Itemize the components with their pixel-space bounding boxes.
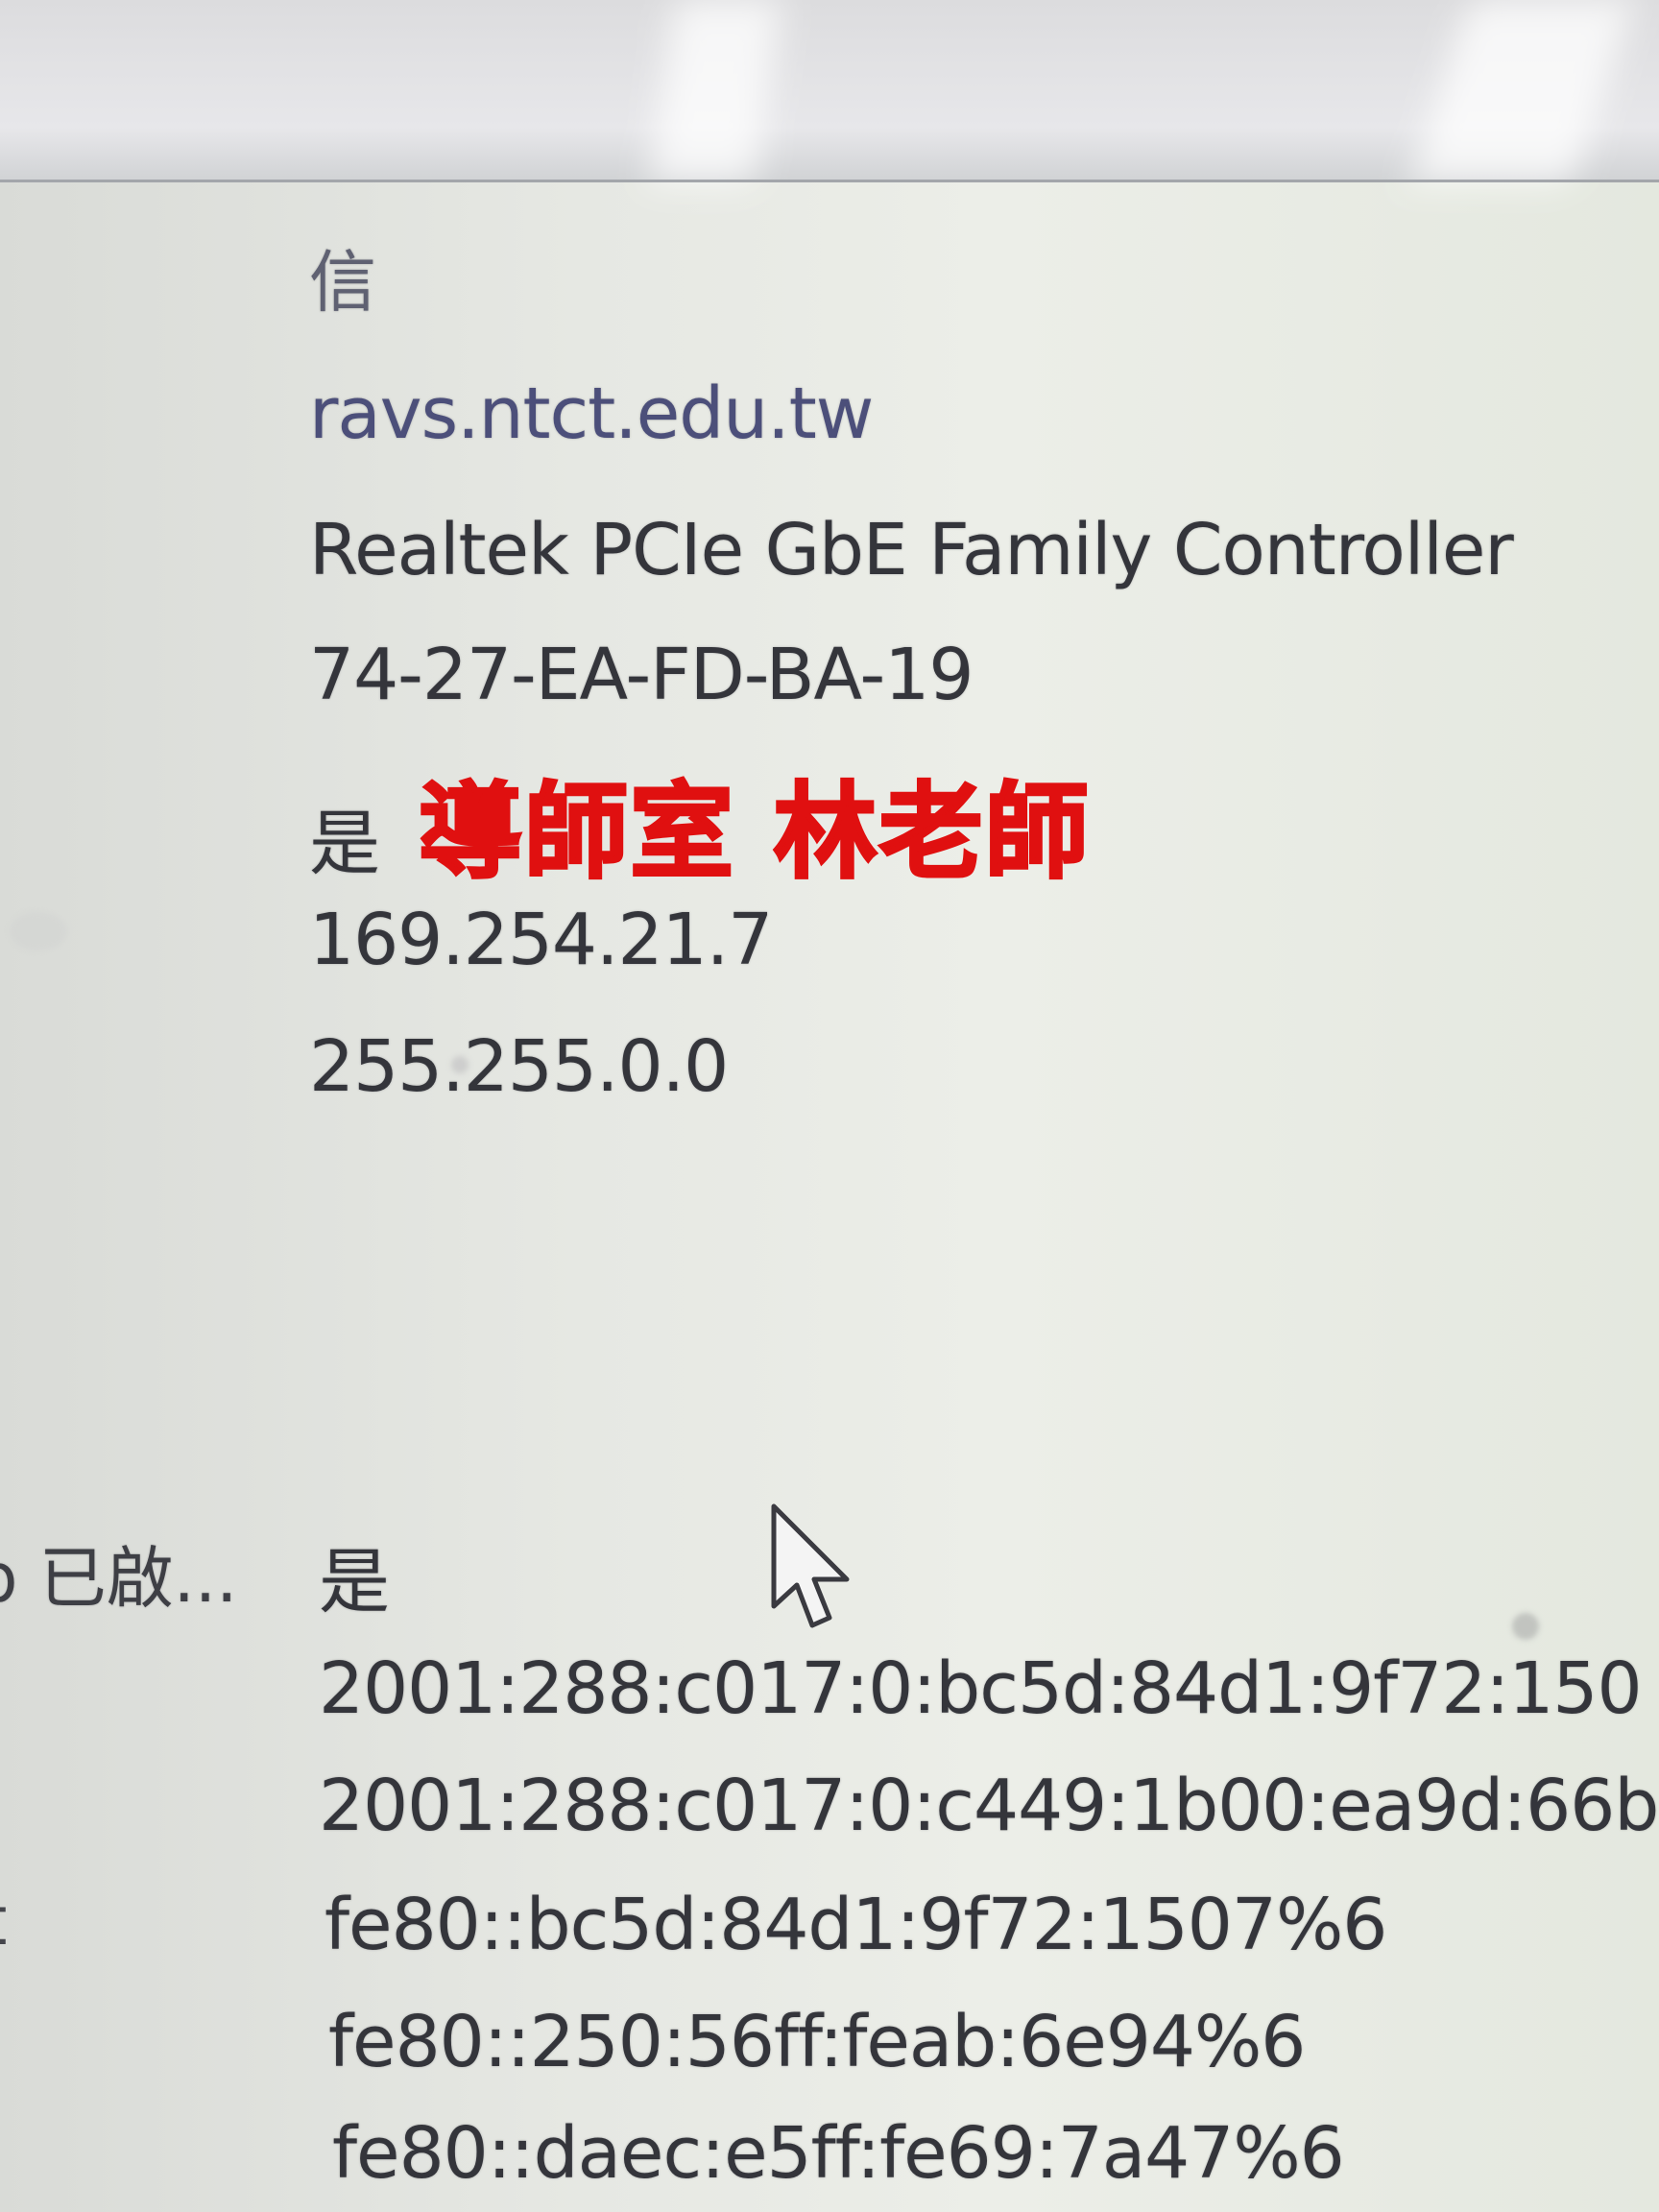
- value-ipv6-address-2: 2001:288:c017:0:c449:1b00:ea9d:66b: [319, 1765, 1659, 1847]
- mouse-pointer-arrow-icon: [771, 1503, 850, 1628]
- screen-glare: [1410, 0, 1633, 182]
- value-link-local-3: fe80::daec:e5ff:fe69:7a47%6: [332, 2112, 1345, 2195]
- screen-glare: [649, 0, 781, 182]
- label-partial-cut-off-2: t: [0, 1882, 7, 1960]
- value-ipv6-autoconfig: 是: [319, 1541, 390, 1623]
- value-ipv4-address: 169.254.21.7: [309, 899, 773, 981]
- value-ipv6-address-1: 2001:288:c017:0:bc5d:84d1:9f72:150: [319, 1647, 1643, 1730]
- value-ipv4-subnet-mask: 255.255.0.0: [309, 1025, 729, 1108]
- dialog-header-strip: [0, 0, 1659, 182]
- value-cut-off: 信: [309, 243, 376, 322]
- screen-smudge: [1512, 1613, 1539, 1640]
- screen-smudge: [451, 1056, 469, 1073]
- label-partial-cut-off: p 已啟...: [0, 1539, 238, 1618]
- value-dhcp-enabled: 是: [309, 803, 380, 885]
- value-link-local-2: fe80::250:56ff:feab:6e94%6: [328, 2001, 1306, 2083]
- dhcp-enabled-row: 是導師室 林老師: [309, 749, 1091, 899]
- value-physical-address: 74-27-EA-FD-BA-19: [309, 634, 974, 716]
- red-annotation-label: 導師室 林老師: [418, 772, 1091, 895]
- screen-smudge: [10, 912, 67, 950]
- network-details-window: 信 ravs.ntct.edu.tw Realtek PCIe GbE Fami…: [0, 0, 1659, 2212]
- value-connection-dns-suffix: ravs.ntct.edu.tw: [309, 373, 874, 455]
- value-adapter-description: Realtek PCIe GbE Family Controller: [309, 509, 1514, 591]
- value-link-local-1: fe80::bc5d:84d1:9f72:1507%6: [325, 1884, 1387, 1966]
